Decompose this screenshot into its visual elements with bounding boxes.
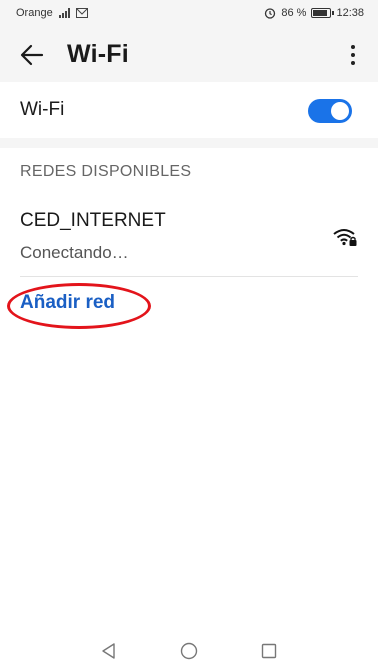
switch-knob <box>331 102 349 120</box>
carrier-label: Orange <box>16 7 53 19</box>
app-bar: Wi-Fi <box>0 28 378 82</box>
available-networks-header: REDES DISPONIBLES <box>20 163 192 180</box>
network-ssid: CED_INTERNET <box>20 210 166 231</box>
more-vert-icon <box>351 45 355 49</box>
arrow-back-icon <box>20 44 44 66</box>
wifi-toggle-row[interactable]: Wi-Fi <box>0 82 378 138</box>
network-status: Conectando… <box>20 243 129 262</box>
alarm-icon <box>265 8 276 19</box>
nav-back-icon[interactable] <box>99 641 119 661</box>
system-nav-bar <box>0 630 378 672</box>
nav-recent-icon[interactable] <box>259 641 279 661</box>
wifi-switch[interactable] <box>308 99 352 123</box>
nav-home-icon[interactable] <box>179 641 199 661</box>
message-icon <box>75 8 88 18</box>
back-button[interactable] <box>14 38 50 72</box>
divider <box>20 276 358 277</box>
wifi-locked-icon <box>333 229 357 246</box>
network-item[interactable]: CED_INTERNET Conectando… <box>0 200 378 276</box>
clock: 12:38 <box>336 7 364 19</box>
page-title: Wi-Fi <box>67 40 129 68</box>
networks-panel: REDES DISPONIBLES CED_INTERNET Conectand… <box>0 148 378 630</box>
battery-percent: 86 % <box>281 7 307 19</box>
wifi-toggle-label: Wi-Fi <box>20 99 65 120</box>
signal-icon <box>58 8 70 18</box>
annotation-ellipse <box>7 283 151 329</box>
battery-icon <box>311 8 335 18</box>
more-options-button[interactable] <box>340 38 366 72</box>
status-bar: Orange 86 % 12:38 <box>0 0 378 28</box>
